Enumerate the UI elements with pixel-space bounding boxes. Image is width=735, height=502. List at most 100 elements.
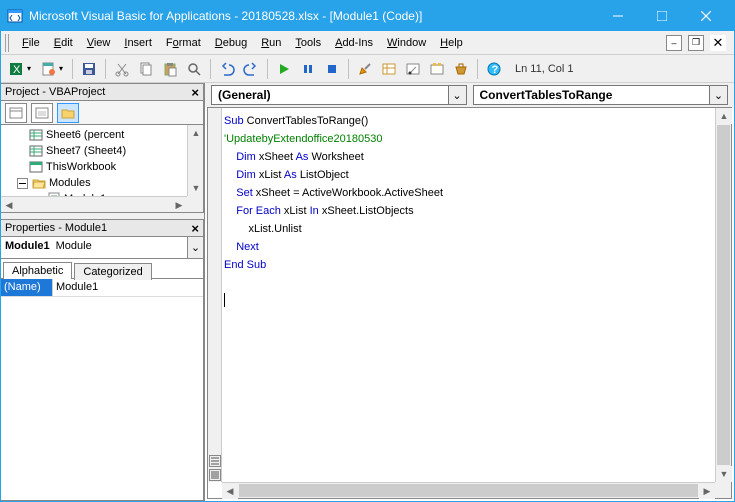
menu-debug[interactable]: Debug bbox=[208, 34, 254, 52]
maximize-button[interactable] bbox=[640, 2, 684, 30]
procedure-dropdown[interactable]: ConvertTablesToRange ⌄ bbox=[473, 85, 729, 105]
procedure-dropdown-value: ConvertTablesToRange bbox=[474, 88, 710, 102]
cursor-location: Ln 11, Col 1 bbox=[515, 63, 574, 75]
standard-toolbar: X▾ ▾ ? Ln 11, Col 1 bbox=[1, 55, 734, 83]
toggle-folders-button[interactable] bbox=[57, 103, 79, 123]
property-value-cell[interactable]: Module1 bbox=[53, 279, 101, 296]
menu-tools[interactable]: Tools bbox=[288, 34, 328, 52]
tree-node-sheet[interactable]: Sheet7 (Sheet4) bbox=[1, 143, 187, 159]
properties-grid[interactable]: (Name) Module1 bbox=[1, 279, 204, 501]
property-row[interactable]: (Name) Module1 bbox=[1, 279, 203, 297]
find-button[interactable] bbox=[183, 58, 205, 80]
project-panel-header: Project - VBAProject × bbox=[1, 83, 204, 101]
chevron-down-icon[interactable]: ⌄ bbox=[448, 86, 466, 104]
svg-text:?: ? bbox=[492, 64, 499, 76]
scroll-corner bbox=[715, 482, 731, 498]
minus-icon[interactable] bbox=[15, 176, 29, 190]
design-mode-button[interactable] bbox=[354, 58, 376, 80]
view-code-button[interactable] bbox=[5, 103, 27, 123]
menu-format[interactable]: Format bbox=[159, 34, 208, 52]
mdi-minimize-button[interactable]: ‒ bbox=[666, 35, 682, 51]
mdi-restore-button[interactable]: ❐ bbox=[688, 35, 704, 51]
menu-window[interactable]: Window bbox=[380, 34, 433, 52]
copy-button[interactable] bbox=[135, 58, 157, 80]
code-gutter bbox=[208, 108, 222, 482]
tree-label: Sheet7 (Sheet4) bbox=[46, 145, 126, 157]
tree-node-thisworkbook[interactable]: ThisWorkbook bbox=[1, 159, 187, 175]
folder-open-icon bbox=[32, 176, 46, 190]
tree-node-sheet[interactable]: Sheet6 (percent bbox=[1, 127, 187, 143]
cut-button[interactable] bbox=[111, 58, 133, 80]
code-dropdown-row: (General) ⌄ ConvertTablesToRange ⌄ bbox=[205, 83, 734, 107]
object-dropdown-value: (General) bbox=[212, 88, 448, 102]
text-cursor bbox=[224, 293, 225, 307]
code-scrollbar-horizontal[interactable]: ◀▶ bbox=[222, 482, 715, 498]
chevron-down-icon[interactable]: ⌄ bbox=[187, 237, 203, 258]
window-titlebar: Microsoft Visual Basic for Applications … bbox=[1, 1, 734, 31]
project-panel-close-button[interactable]: × bbox=[191, 85, 199, 100]
toolbox-button[interactable] bbox=[450, 58, 472, 80]
code-pane: (General) ⌄ ConvertTablesToRange ⌄ Sub C… bbox=[205, 83, 734, 501]
code-text[interactable]: Sub ConvertTablesToRange() 'UpdatebyExte… bbox=[224, 112, 713, 308]
tree-scrollbar-horizontal[interactable]: ◀▶ bbox=[1, 196, 187, 212]
mdi-close-button[interactable]: ✕ bbox=[710, 35, 726, 51]
menu-run[interactable]: Run bbox=[254, 34, 288, 52]
sheet-icon bbox=[29, 128, 43, 142]
properties-window-button[interactable] bbox=[402, 58, 424, 80]
chevron-down-icon[interactable]: ⌄ bbox=[709, 86, 727, 104]
menu-addins[interactable]: Add-Ins bbox=[328, 34, 380, 52]
object-dropdown[interactable]: (General) ⌄ bbox=[211, 85, 467, 105]
project-panel-title: Project - VBAProject bbox=[5, 86, 191, 98]
view-object-button[interactable] bbox=[31, 103, 53, 123]
tree-scrollbar-vertical[interactable]: ▲▼ bbox=[187, 125, 203, 196]
save-button[interactable] bbox=[78, 58, 100, 80]
properties-tabs: Alphabetic Categorized bbox=[1, 259, 204, 279]
view-excel-button[interactable]: X▾ bbox=[5, 58, 35, 80]
tab-alphabetic[interactable]: Alphabetic bbox=[3, 262, 72, 279]
tree-label: Modules bbox=[49, 177, 91, 189]
workbook-icon bbox=[29, 160, 43, 174]
menu-insert[interactable]: Insert bbox=[117, 34, 159, 52]
minimize-button[interactable] bbox=[596, 2, 640, 30]
properties-object-name: Module1 bbox=[1, 237, 54, 258]
reset-button[interactable] bbox=[321, 58, 343, 80]
toolbar-grip[interactable] bbox=[5, 34, 11, 52]
help-button[interactable]: ? bbox=[483, 58, 505, 80]
paste-button[interactable] bbox=[159, 58, 181, 80]
sheet-icon bbox=[29, 144, 43, 158]
insert-module-button[interactable]: ▾ bbox=[37, 58, 67, 80]
break-button[interactable] bbox=[297, 58, 319, 80]
svg-text:X: X bbox=[13, 64, 21, 76]
run-button[interactable] bbox=[273, 58, 295, 80]
scroll-corner bbox=[187, 196, 203, 212]
procedure-view-button[interactable] bbox=[209, 455, 221, 467]
menu-view[interactable]: View bbox=[80, 34, 118, 52]
properties-panel-title: Properties - Module1 bbox=[5, 222, 191, 234]
tree-label: Sheet6 (percent bbox=[46, 129, 124, 141]
close-button[interactable] bbox=[684, 2, 728, 30]
property-name-cell: (Name) bbox=[1, 279, 53, 296]
menu-help[interactable]: Help bbox=[433, 34, 470, 52]
full-module-view-button[interactable] bbox=[209, 469, 221, 481]
project-tree[interactable]: Sheet6 (percent Sheet7 (Sheet4) ThisWork… bbox=[1, 125, 204, 213]
left-column: Project - VBAProject × Sheet6 (percent S… bbox=[1, 83, 205, 501]
undo-button[interactable] bbox=[216, 58, 238, 80]
window-title: Microsoft Visual Basic for Applications … bbox=[29, 9, 596, 23]
properties-panel-close-button[interactable]: × bbox=[191, 221, 199, 236]
object-browser-button[interactable] bbox=[426, 58, 448, 80]
menu-edit[interactable]: Edit bbox=[47, 34, 80, 52]
project-panel-toolbar bbox=[1, 101, 204, 125]
properties-object-type: Module bbox=[54, 237, 187, 258]
project-explorer-button[interactable] bbox=[378, 58, 400, 80]
properties-object-combo[interactable]: Module1 Module ⌄ bbox=[1, 237, 204, 259]
tree-label: ThisWorkbook bbox=[46, 161, 116, 173]
tab-categorized[interactable]: Categorized bbox=[74, 263, 151, 280]
menu-bar: File Edit View Insert Format Debug Run T… bbox=[1, 31, 734, 55]
code-scrollbar-vertical[interactable]: ▲▼ bbox=[715, 108, 731, 482]
menu-file[interactable]: File bbox=[15, 34, 47, 52]
app-icon bbox=[7, 8, 23, 24]
tree-node-modules-folder[interactable]: Modules bbox=[1, 175, 187, 191]
redo-button[interactable] bbox=[240, 58, 262, 80]
properties-panel-header: Properties - Module1 × bbox=[1, 219, 204, 237]
code-editor[interactable]: Sub ConvertTablesToRange() 'UpdatebyExte… bbox=[207, 107, 732, 499]
